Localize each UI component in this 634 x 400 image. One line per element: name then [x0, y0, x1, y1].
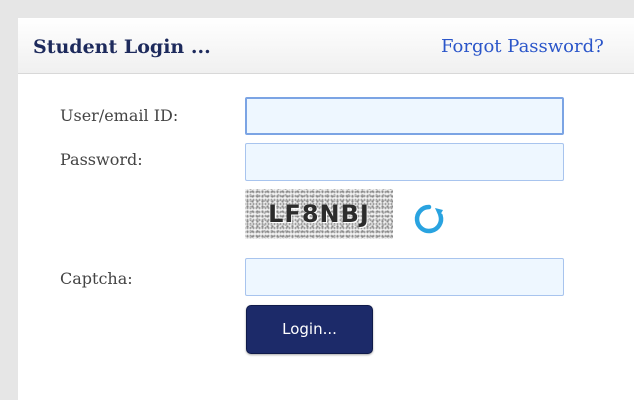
page-background: Student Login ... Forgot Password? User/… — [0, 0, 634, 400]
password-field[interactable] — [245, 143, 564, 181]
user-email-label: User/email ID: — [60, 106, 179, 125]
user-email-field[interactable] — [245, 97, 564, 135]
page-title: Student Login ... — [33, 36, 211, 58]
login-panel: Student Login ... Forgot Password? User/… — [18, 18, 634, 400]
forgot-password-link[interactable]: Forgot Password? — [441, 36, 604, 57]
login-button[interactable]: Login... — [246, 305, 373, 354]
captcha-label: Captcha: — [60, 269, 133, 288]
captcha-image: LF8NBJ — [245, 189, 393, 239]
password-label: Password: — [60, 150, 143, 169]
login-header: Student Login ... Forgot Password? — [18, 18, 634, 74]
captcha-field[interactable] — [245, 258, 564, 296]
captcha-image-text: LF8NBJ — [268, 200, 370, 228]
refresh-icon[interactable] — [412, 202, 446, 236]
